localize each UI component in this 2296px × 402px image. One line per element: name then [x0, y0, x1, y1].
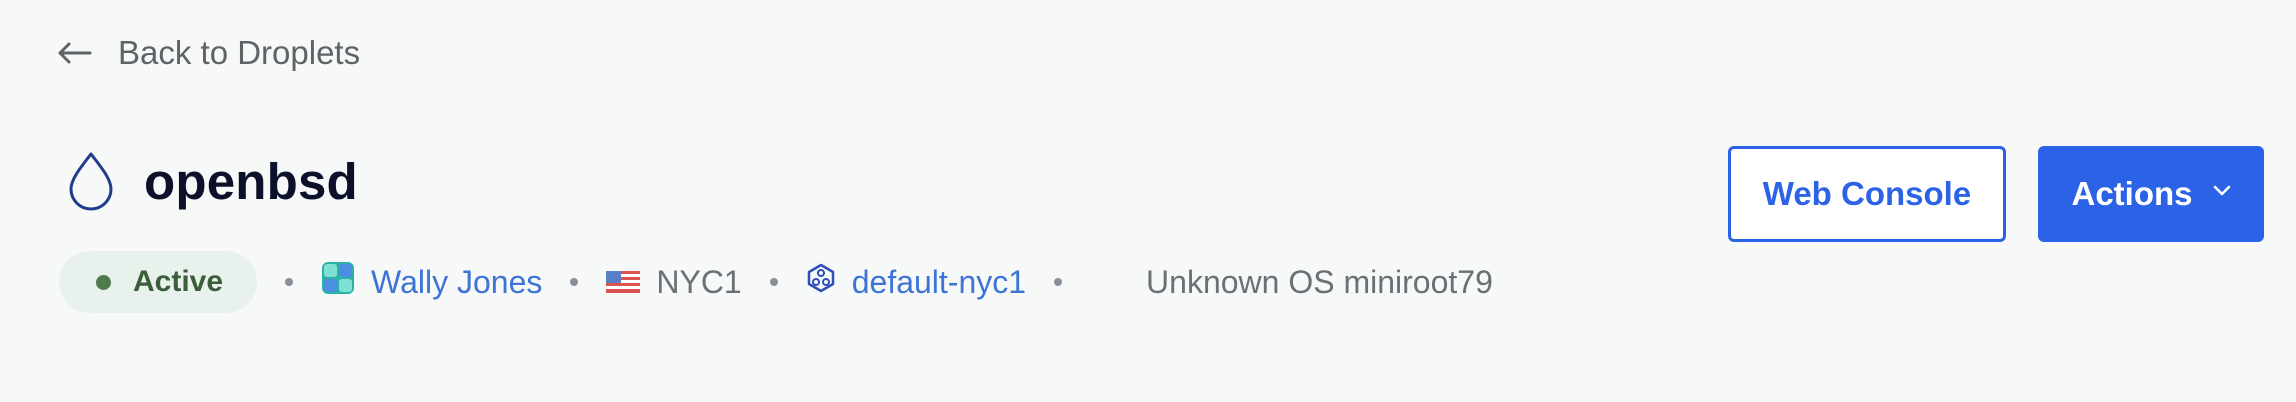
- web-console-button[interactable]: Web Console: [1728, 146, 2006, 242]
- status-badge: Active: [59, 251, 258, 313]
- separator-dot: [285, 278, 294, 286]
- owner-link[interactable]: Wally Jones: [321, 261, 542, 303]
- separator-dot: [1054, 278, 1063, 286]
- us-flag-icon: [606, 264, 641, 301]
- back-to-droplets-link[interactable]: Back to Droplets: [56, 30, 360, 76]
- region-label: NYC1: [656, 263, 742, 300]
- separator-dot: [769, 278, 778, 286]
- actions-label: Actions: [2071, 175, 2193, 212]
- arrow-left-icon: [56, 41, 92, 65]
- region-info: NYC1: [606, 263, 742, 301]
- team-avatar-icon: [321, 261, 355, 303]
- page-header: openbsd: [64, 146, 358, 216]
- chevron-down-icon: [2213, 185, 2231, 197]
- owner-name: Wally Jones: [371, 263, 543, 300]
- status-label: Active: [133, 265, 224, 298]
- os-label: Unknown OS miniroot79: [1146, 263, 1493, 300]
- droplet-icon: [64, 151, 118, 211]
- page-title: openbsd: [144, 152, 358, 210]
- vpc-name: default-nyc1: [851, 263, 1027, 300]
- back-link-label: Back to Droplets: [118, 34, 361, 71]
- vpc-link[interactable]: default-nyc1: [806, 263, 1026, 301]
- droplet-meta: Active Wally Jones NYC1 default-nyc1 Unk…: [59, 250, 1493, 314]
- web-console-label: Web Console: [1762, 175, 1972, 212]
- vpc-network-icon: [806, 263, 836, 301]
- status-dot: [96, 274, 111, 290]
- separator-dot: [570, 278, 579, 286]
- actions-dropdown-button[interactable]: Actions: [2038, 146, 2264, 242]
